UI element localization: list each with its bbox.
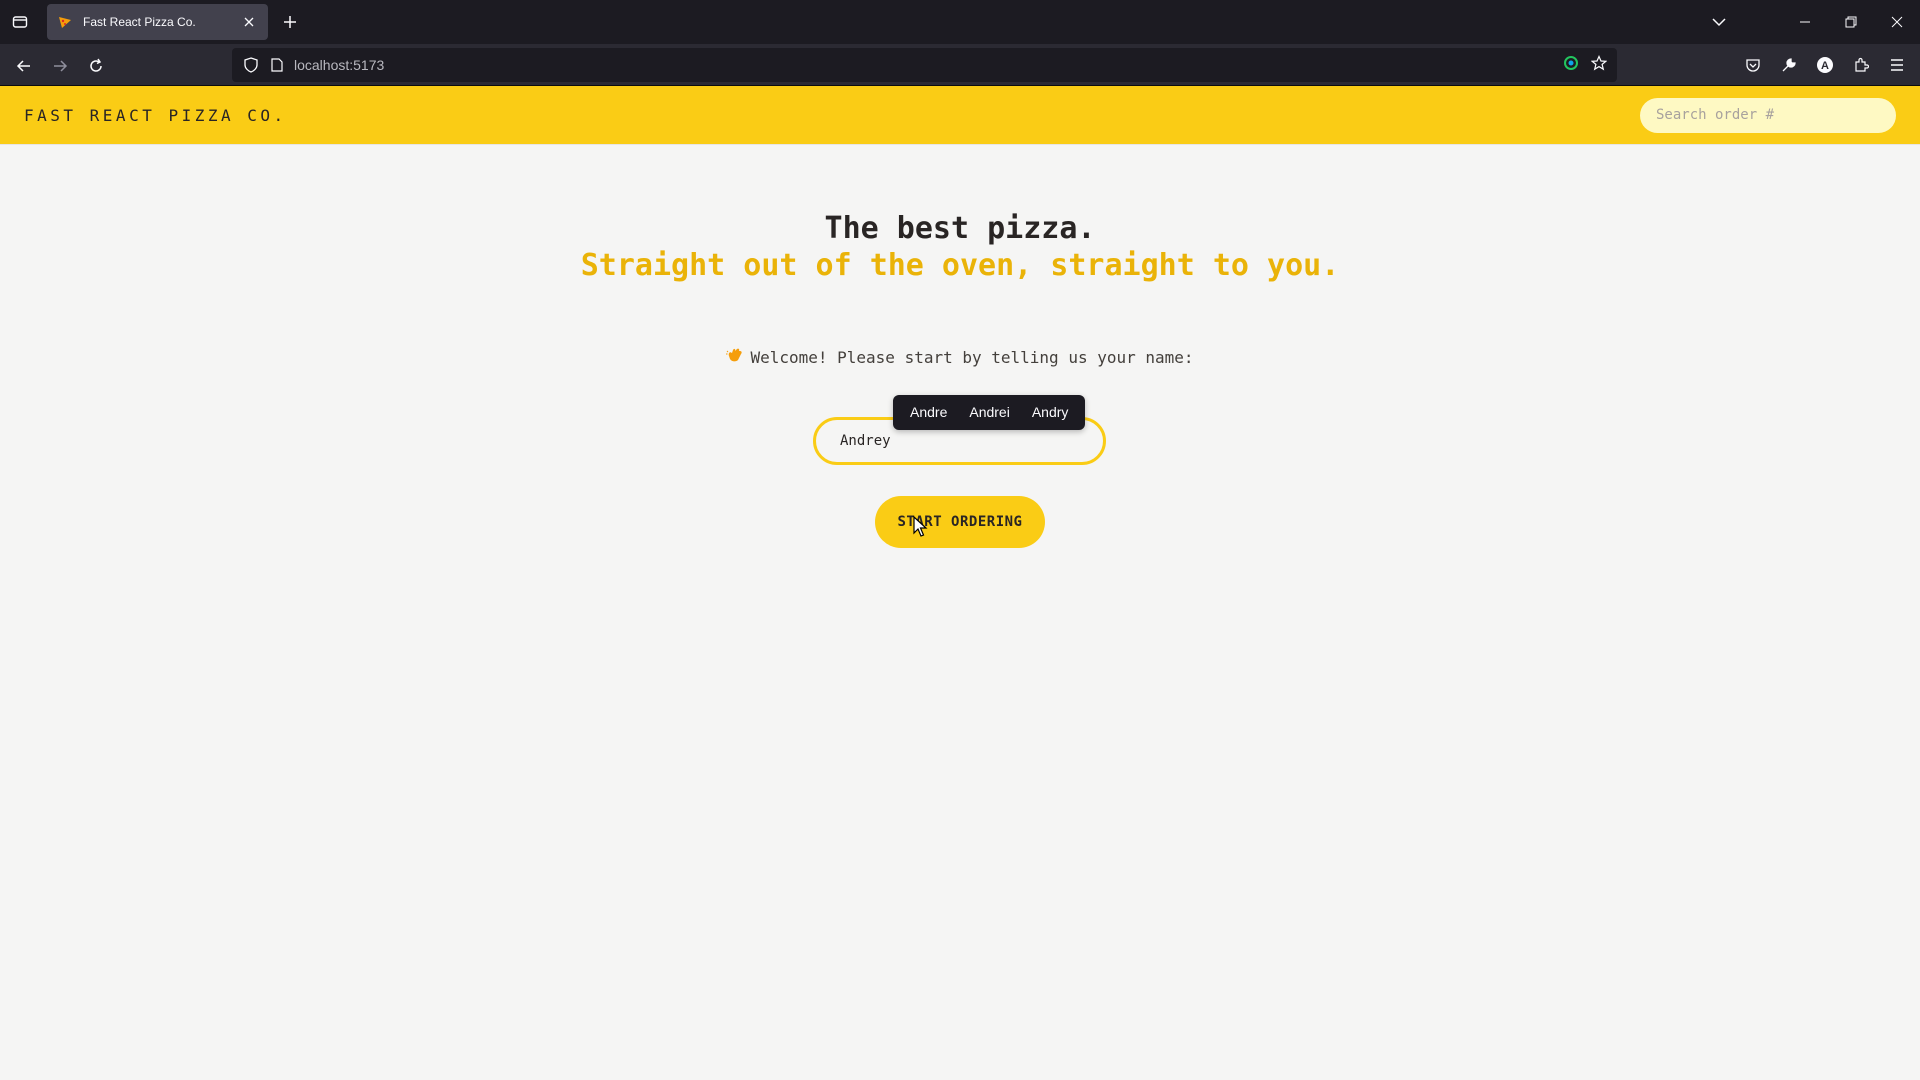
- hero-heading: The best pizza. Straight out of the oven…: [0, 210, 1920, 284]
- minimize-icon[interactable]: [1782, 0, 1828, 44]
- welcome-message: Welcome! Please start by telling us your…: [750, 348, 1194, 367]
- hero-subtitle: Straight out of the oven, straight to yo…: [580, 248, 1340, 283]
- tab-title: Fast React Pizza Co.: [83, 15, 196, 29]
- pocket-icon[interactable]: [1740, 52, 1766, 78]
- url-bar[interactable]: localhost:5173: [232, 48, 1617, 82]
- bookmark-star-icon[interactable]: [1590, 55, 1608, 75]
- url-text[interactable]: localhost:5173: [294, 57, 1563, 73]
- browser-nav-bar: localhost:5173 A: [0, 44, 1920, 86]
- mouse-cursor-icon: [913, 515, 929, 538]
- list-all-tabs-icon[interactable]: [1696, 0, 1742, 44]
- browser-tab-bar: Fast React Pizza Co.: [0, 0, 1920, 44]
- hero-title: The best pizza.: [824, 211, 1096, 246]
- start-ordering-button[interactable]: START ORDERING: [875, 496, 1045, 548]
- logo[interactable]: FAST REACT PIZZA CO.: [24, 106, 287, 125]
- shield-icon[interactable]: [242, 56, 260, 74]
- browser-tab[interactable]: Fast React Pizza Co.: [47, 4, 268, 40]
- suggestion-item[interactable]: Andre: [899, 395, 958, 430]
- menu-icon[interactable]: [1884, 52, 1910, 78]
- page-icon[interactable]: [268, 56, 286, 74]
- extension-status-icon[interactable]: [1563, 55, 1579, 75]
- extensions-icon[interactable]: [1848, 52, 1874, 78]
- autocomplete-suggestions: Andre Andrei Andry: [893, 395, 1086, 430]
- close-window-icon[interactable]: [1874, 0, 1920, 44]
- firefox-view-icon[interactable]: [8, 10, 32, 34]
- suggestion-item[interactable]: Andrei: [958, 395, 1020, 430]
- close-tab-icon[interactable]: [240, 13, 258, 31]
- new-tab-icon[interactable]: [278, 10, 302, 34]
- svg-text:A: A: [1821, 60, 1829, 72]
- reload-icon[interactable]: [82, 52, 110, 80]
- welcome-text: Welcome! Please start by telling us your…: [0, 347, 1920, 367]
- waving-hand-icon: [726, 347, 744, 367]
- wrench-icon[interactable]: [1776, 52, 1802, 78]
- back-icon[interactable]: [10, 52, 38, 80]
- restore-icon[interactable]: [1828, 0, 1874, 44]
- account-icon[interactable]: A: [1812, 52, 1838, 78]
- app-header: FAST REACT PIZZA CO.: [0, 86, 1920, 145]
- search-order-input[interactable]: [1640, 97, 1896, 133]
- pizza-icon: [57, 14, 73, 30]
- suggestion-item[interactable]: Andry: [1021, 395, 1080, 430]
- forward-icon[interactable]: [46, 52, 74, 80]
